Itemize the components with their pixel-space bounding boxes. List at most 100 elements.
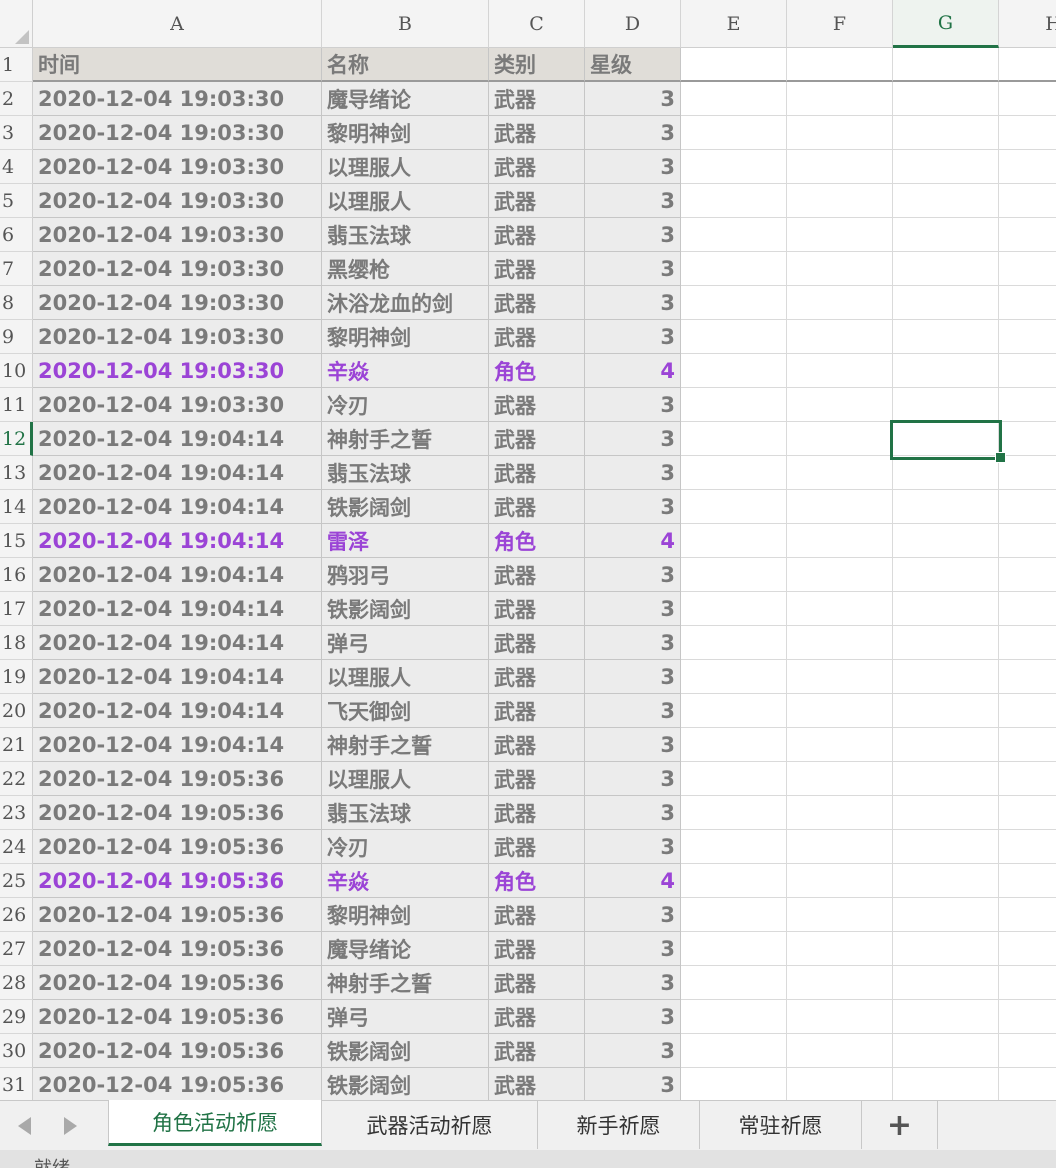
empty-cell[interactable] bbox=[681, 1000, 787, 1034]
time-cell[interactable]: 2020-12-04 19:03:30 bbox=[33, 286, 322, 320]
empty-cell[interactable] bbox=[999, 558, 1056, 592]
empty-cell[interactable] bbox=[681, 422, 787, 456]
name-cell[interactable]: 黎明神剑 bbox=[322, 116, 489, 150]
type-cell[interactable]: 武器 bbox=[489, 592, 585, 626]
empty-cell[interactable] bbox=[681, 218, 787, 252]
empty-cell[interactable] bbox=[787, 218, 893, 252]
row-header[interactable]: 22 bbox=[0, 762, 33, 796]
column-header-c[interactable]: C bbox=[489, 0, 585, 48]
empty-cell[interactable] bbox=[893, 694, 999, 728]
time-cell[interactable]: 2020-12-04 19:04:14 bbox=[33, 728, 322, 762]
star-cell[interactable]: 3 bbox=[585, 796, 681, 830]
type-cell[interactable]: 角色 bbox=[489, 864, 585, 898]
empty-cell[interactable] bbox=[681, 252, 787, 286]
star-cell[interactable]: 3 bbox=[585, 150, 681, 184]
time-cell[interactable]: 2020-12-04 19:05:36 bbox=[33, 898, 322, 932]
column-header-b[interactable]: B bbox=[322, 0, 489, 48]
name-cell[interactable]: 神射手之誓 bbox=[322, 422, 489, 456]
empty-cell[interactable] bbox=[787, 48, 893, 82]
empty-cell[interactable] bbox=[999, 796, 1056, 830]
empty-cell[interactable] bbox=[893, 354, 999, 388]
empty-cell[interactable] bbox=[999, 490, 1056, 524]
name-cell[interactable]: 神射手之誓 bbox=[322, 728, 489, 762]
empty-cell[interactable] bbox=[787, 354, 893, 388]
name-cell[interactable]: 冷刃 bbox=[322, 830, 489, 864]
empty-cell[interactable] bbox=[893, 1034, 999, 1068]
next-sheet-button[interactable] bbox=[50, 1101, 90, 1151]
prev-sheet-button[interactable] bbox=[4, 1101, 44, 1151]
name-cell[interactable]: 鸦羽弓 bbox=[322, 558, 489, 592]
empty-cell[interactable] bbox=[681, 82, 787, 116]
empty-cell[interactable] bbox=[787, 456, 893, 490]
empty-cell[interactable] bbox=[893, 252, 999, 286]
time-cell[interactable]: 2020-12-04 19:05:36 bbox=[33, 1000, 322, 1034]
empty-cell[interactable] bbox=[787, 966, 893, 1000]
empty-cell[interactable] bbox=[999, 82, 1056, 116]
empty-cell[interactable] bbox=[681, 592, 787, 626]
time-cell[interactable]: 2020-12-04 19:05:36 bbox=[33, 1068, 322, 1100]
empty-cell[interactable] bbox=[787, 1034, 893, 1068]
empty-cell[interactable] bbox=[681, 1068, 787, 1100]
empty-cell[interactable] bbox=[681, 150, 787, 184]
empty-cell[interactable] bbox=[893, 728, 999, 762]
empty-cell[interactable] bbox=[893, 218, 999, 252]
row-header[interactable]: 23 bbox=[0, 796, 33, 830]
type-cell[interactable]: 武器 bbox=[489, 558, 585, 592]
empty-cell[interactable] bbox=[893, 796, 999, 830]
time-cell[interactable]: 2020-12-04 19:05:36 bbox=[33, 830, 322, 864]
row-header[interactable]: 18 bbox=[0, 626, 33, 660]
empty-cell[interactable] bbox=[893, 490, 999, 524]
row-header[interactable]: 14 bbox=[0, 490, 33, 524]
empty-cell[interactable] bbox=[999, 864, 1056, 898]
name-cell[interactable]: 以理服人 bbox=[322, 660, 489, 694]
row-header[interactable]: 4 bbox=[0, 150, 33, 184]
empty-cell[interactable] bbox=[787, 558, 893, 592]
time-cell[interactable]: 2020-12-04 19:04:14 bbox=[33, 694, 322, 728]
empty-cell[interactable] bbox=[681, 388, 787, 422]
empty-cell[interactable] bbox=[999, 762, 1056, 796]
row-header[interactable]: 11 bbox=[0, 388, 33, 422]
name-cell[interactable]: 以理服人 bbox=[322, 150, 489, 184]
column-header-e[interactable]: E bbox=[681, 0, 787, 48]
empty-cell[interactable] bbox=[681, 966, 787, 1000]
star-cell[interactable]: 3 bbox=[585, 1034, 681, 1068]
row-header[interactable]: 2 bbox=[0, 82, 33, 116]
type-cell[interactable]: 武器 bbox=[489, 1000, 585, 1034]
empty-cell[interactable] bbox=[893, 184, 999, 218]
empty-cell[interactable] bbox=[893, 1000, 999, 1034]
type-cell[interactable]: 武器 bbox=[489, 456, 585, 490]
empty-cell[interactable] bbox=[893, 932, 999, 966]
row-header[interactable]: 3 bbox=[0, 116, 33, 150]
row-header[interactable]: 27 bbox=[0, 932, 33, 966]
time-cell[interactable]: 2020-12-04 19:03:30 bbox=[33, 388, 322, 422]
star-cell[interactable]: 3 bbox=[585, 218, 681, 252]
empty-cell[interactable] bbox=[681, 626, 787, 660]
row-header[interactable]: 7 bbox=[0, 252, 33, 286]
type-cell[interactable]: 武器 bbox=[489, 966, 585, 1000]
type-cell[interactable]: 武器 bbox=[489, 830, 585, 864]
empty-cell[interactable] bbox=[681, 524, 787, 558]
name-cell[interactable]: 雷泽 bbox=[322, 524, 489, 558]
empty-cell[interactable] bbox=[999, 150, 1056, 184]
add-sheet-button[interactable]: + bbox=[862, 1101, 938, 1149]
empty-cell[interactable] bbox=[787, 1068, 893, 1100]
star-cell[interactable]: 3 bbox=[585, 388, 681, 422]
name-cell[interactable]: 飞天御剑 bbox=[322, 694, 489, 728]
spreadsheet-grid[interactable]: ABCDEFGH 1 时间 名称 类别 星级 2 2020-12-04 19:03:30 魔导… bbox=[0, 0, 1056, 1100]
time-cell[interactable]: 2020-12-04 19:03:30 bbox=[33, 218, 322, 252]
time-cell[interactable]: 2020-12-04 19:03:30 bbox=[33, 354, 322, 388]
star-cell[interactable]: 3 bbox=[585, 762, 681, 796]
empty-cell[interactable] bbox=[681, 286, 787, 320]
type-cell[interactable]: 武器 bbox=[489, 626, 585, 660]
star-cell[interactable]: 3 bbox=[585, 1068, 681, 1100]
empty-cell[interactable] bbox=[681, 898, 787, 932]
empty-cell[interactable] bbox=[893, 116, 999, 150]
type-cell[interactable]: 武器 bbox=[489, 728, 585, 762]
empty-cell[interactable] bbox=[893, 388, 999, 422]
star-cell[interactable]: 3 bbox=[585, 728, 681, 762]
empty-cell[interactable] bbox=[893, 830, 999, 864]
time-cell[interactable]: 2020-12-04 19:05:36 bbox=[33, 762, 322, 796]
empty-cell[interactable] bbox=[787, 184, 893, 218]
empty-cell[interactable] bbox=[681, 694, 787, 728]
name-cell[interactable]: 沐浴龙血的剑 bbox=[322, 286, 489, 320]
